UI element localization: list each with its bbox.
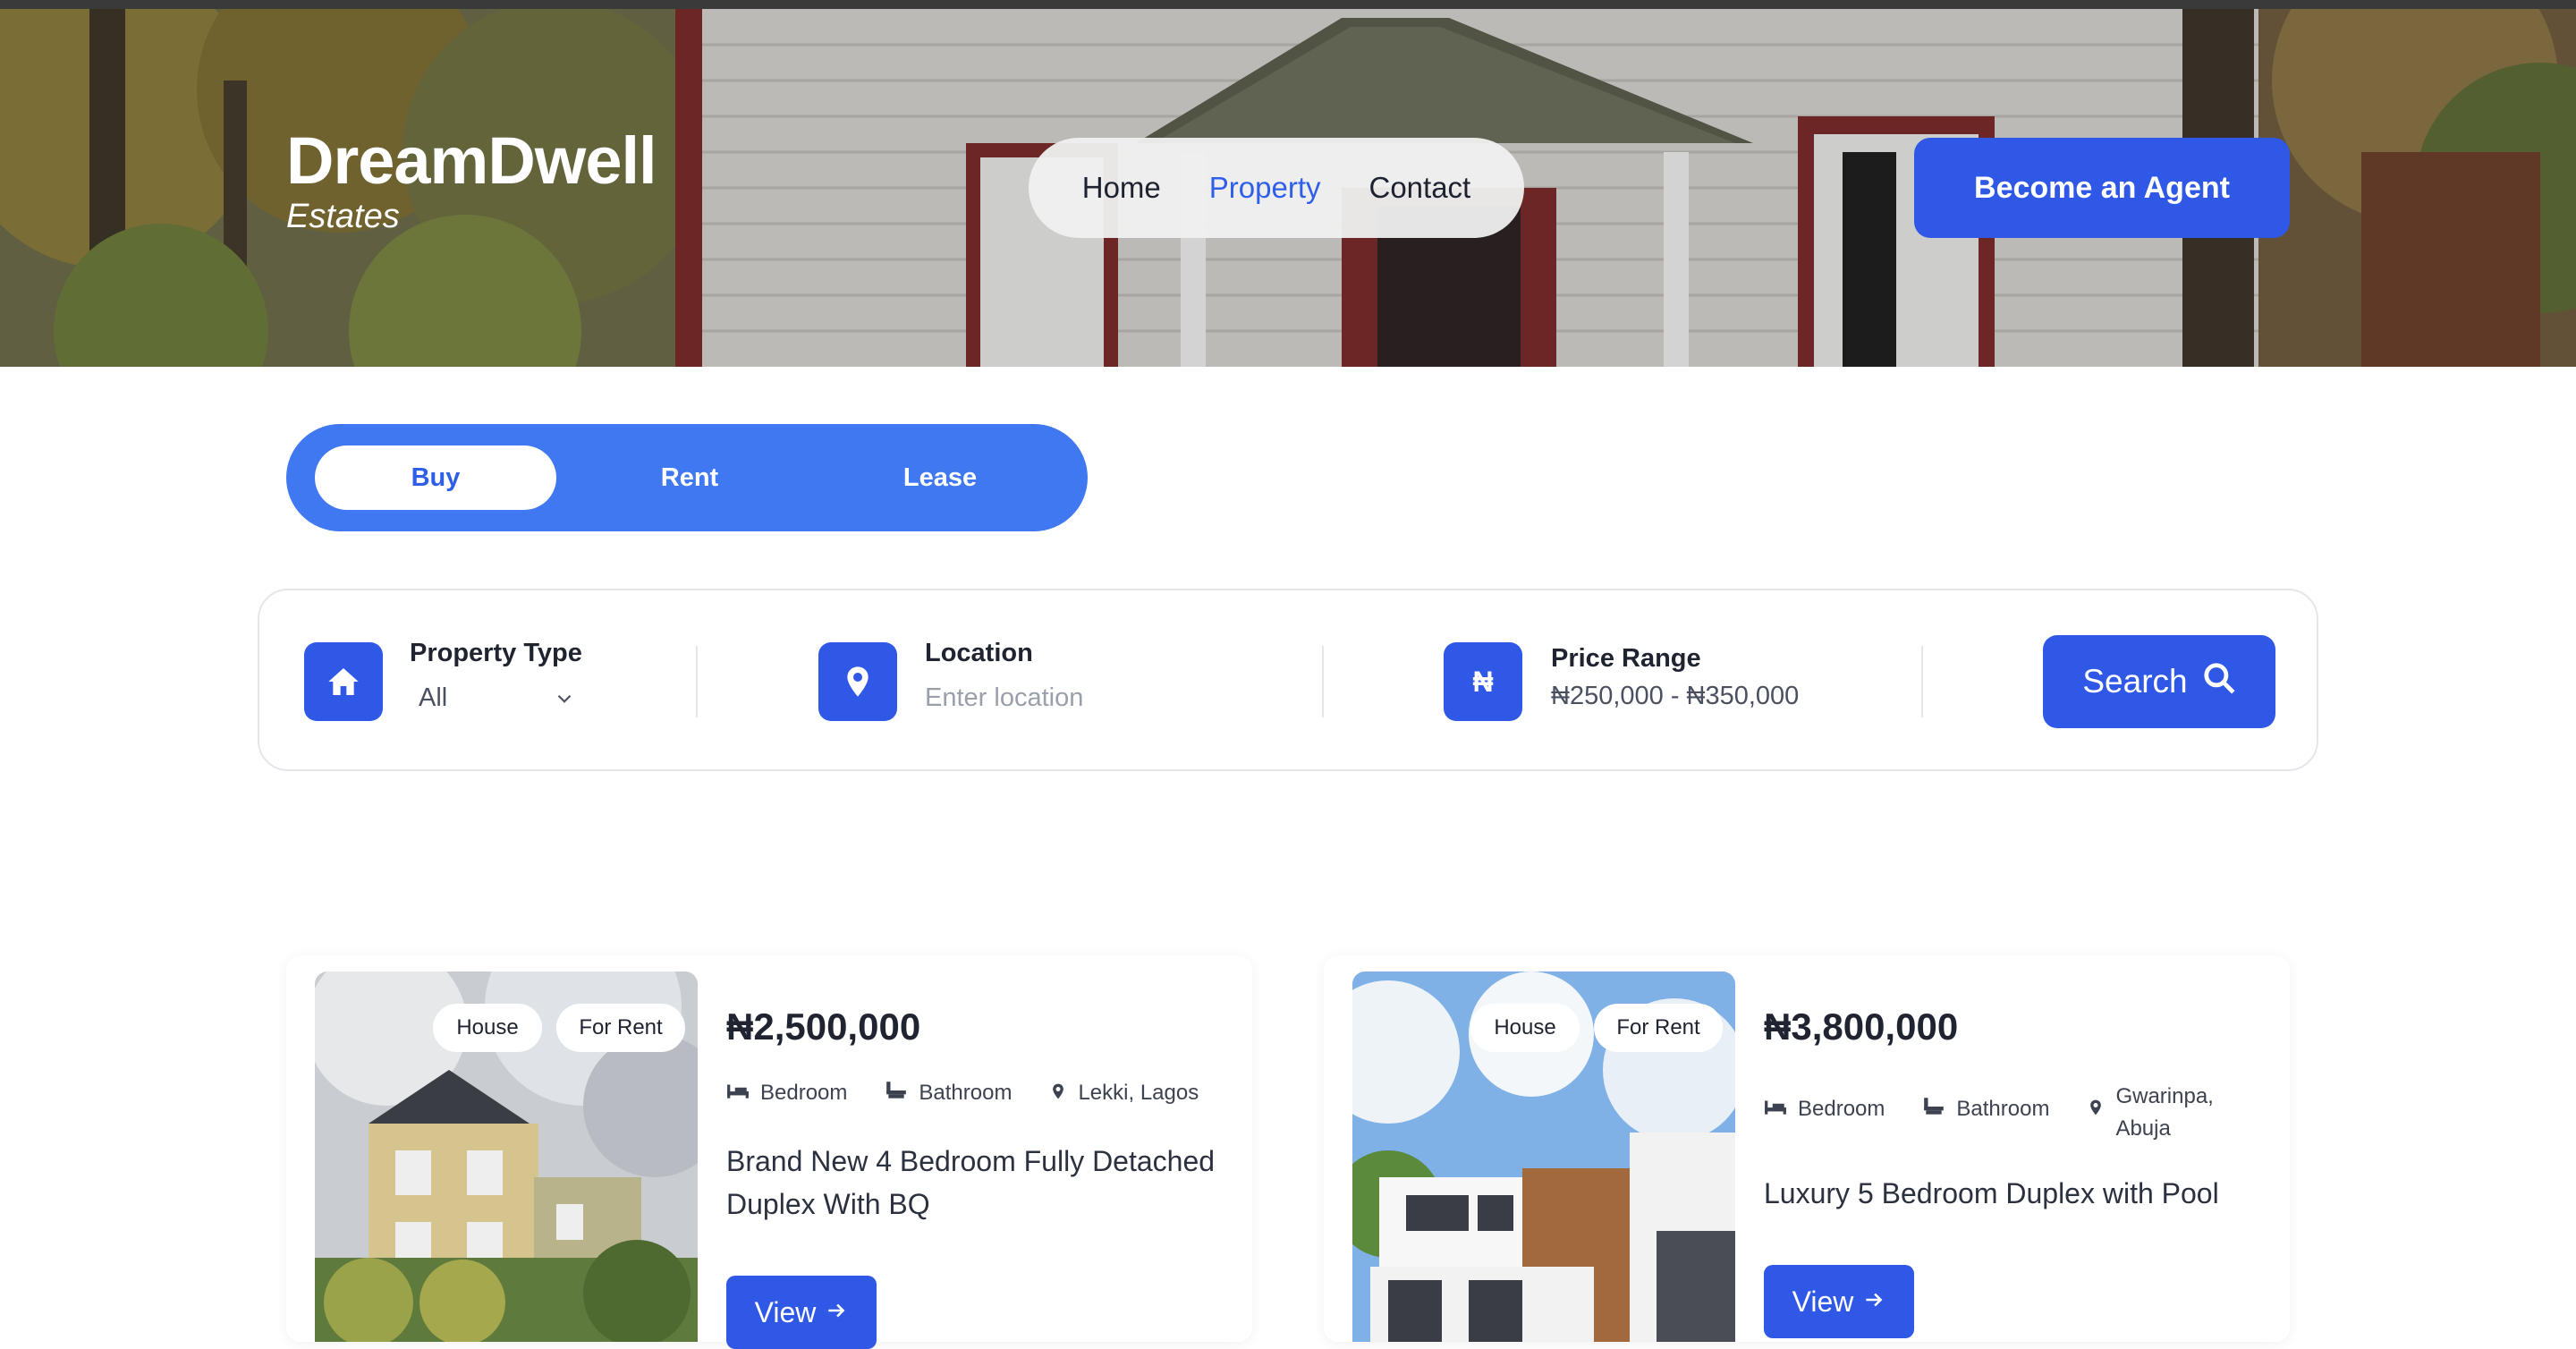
location-label: Location: [925, 639, 1033, 667]
tab-buy[interactable]: Buy: [315, 445, 556, 510]
location-pin-icon: [1049, 1081, 1067, 1108]
property-type-badge: House: [433, 1004, 542, 1052]
listing-title[interactable]: Brand New 4 Bedroom Fully Detached Duple…: [726, 1140, 1227, 1226]
listing-price: ₦3,800,000: [1764, 1005, 1959, 1048]
brand-logo[interactable]: DreamDwell Estates: [286, 125, 657, 236]
listing-price: ₦2,500,000: [726, 1005, 921, 1048]
view-button-label: View: [754, 1295, 817, 1328]
tab-lease[interactable]: Lease: [819, 445, 1061, 510]
price-range-label: Price Range: [1551, 644, 1701, 673]
main-nav: Home Property Contact: [1029, 138, 1524, 238]
arrow-right-icon: [825, 1296, 848, 1329]
property-type-select[interactable]: All: [419, 680, 589, 719]
tab-rent[interactable]: Rent: [569, 445, 810, 510]
bedroom-label: Bedroom: [760, 1081, 848, 1105]
arrow-right-icon: [1862, 1285, 1885, 1319]
bath-icon: [885, 1081, 908, 1107]
search-panel: Property Type All Location Enter locatio…: [258, 589, 2318, 771]
listing-meta: Bedroom Bathroom Gwarinpa, Abuja: [1764, 1081, 2214, 1145]
listing-title[interactable]: Luxury 5 Bedroom Duplex with Pool: [1764, 1172, 2265, 1215]
property-type-label: Property Type: [410, 639, 582, 667]
view-button-label: View: [1792, 1285, 1854, 1318]
search-button-label: Search: [2082, 663, 2188, 700]
nav-home[interactable]: Home: [1082, 171, 1161, 205]
view-button[interactable]: View: [1764, 1265, 1914, 1338]
search-button[interactable]: Search: [2043, 635, 2275, 728]
property-type-value: All: [419, 683, 448, 712]
naira-icon: ₦: [1444, 642, 1522, 721]
view-button[interactable]: View: [726, 1276, 877, 1349]
price-range-value[interactable]: ₦250,000 - ₦350,000: [1551, 682, 1799, 711]
bath-icon: [1922, 1081, 1945, 1123]
status-badge: For Rent: [556, 1004, 685, 1052]
location-input[interactable]: Enter location: [925, 683, 1083, 713]
listing-location: Lekki, Lagos: [1078, 1081, 1199, 1105]
status-badge: For Rent: [1594, 1004, 1723, 1052]
bed-icon: [726, 1081, 750, 1107]
hero-banner: DreamDwell Estates Home Property Contact…: [0, 0, 2576, 367]
listing-card: House For Rent ₦2,500,000 Bedroom Bathro…: [286, 955, 1252, 1349]
bedroom-label: Bedroom: [1798, 1097, 1885, 1121]
home-icon: [304, 642, 383, 721]
listing-location: Gwarinpa, Abuja: [2115, 1084, 2214, 1141]
listing-card: House For Rent ₦3,800,000 Bedroom Bathro…: [1324, 955, 2290, 1342]
search-icon: [2202, 661, 2236, 703]
property-image[interactable]: House For Rent: [1352, 971, 1735, 1342]
location-pin-icon: [818, 642, 897, 721]
become-agent-button[interactable]: Become an Agent: [1914, 138, 2290, 238]
nav-contact[interactable]: Contact: [1369, 171, 1471, 205]
bathroom-label: Bathroom: [1956, 1097, 2050, 1121]
listing-type-tabs: Buy Rent Lease: [286, 424, 1088, 531]
brand-name: DreamDwell: [286, 123, 657, 198]
property-image[interactable]: House For Rent: [315, 971, 698, 1342]
chevron-down-icon: [553, 687, 576, 715]
bathroom-label: Bathroom: [919, 1081, 1013, 1105]
top-bar: [0, 0, 2576, 9]
brand-subtitle: Estates: [286, 198, 400, 235]
nav-property[interactable]: Property: [1209, 171, 1321, 205]
location-pin-icon: [2087, 1081, 2105, 1124]
listing-meta: Bedroom Bathroom Lekki, Lagos: [726, 1081, 1199, 1108]
property-type-badge: House: [1470, 1004, 1580, 1052]
bed-icon: [1764, 1081, 1787, 1123]
